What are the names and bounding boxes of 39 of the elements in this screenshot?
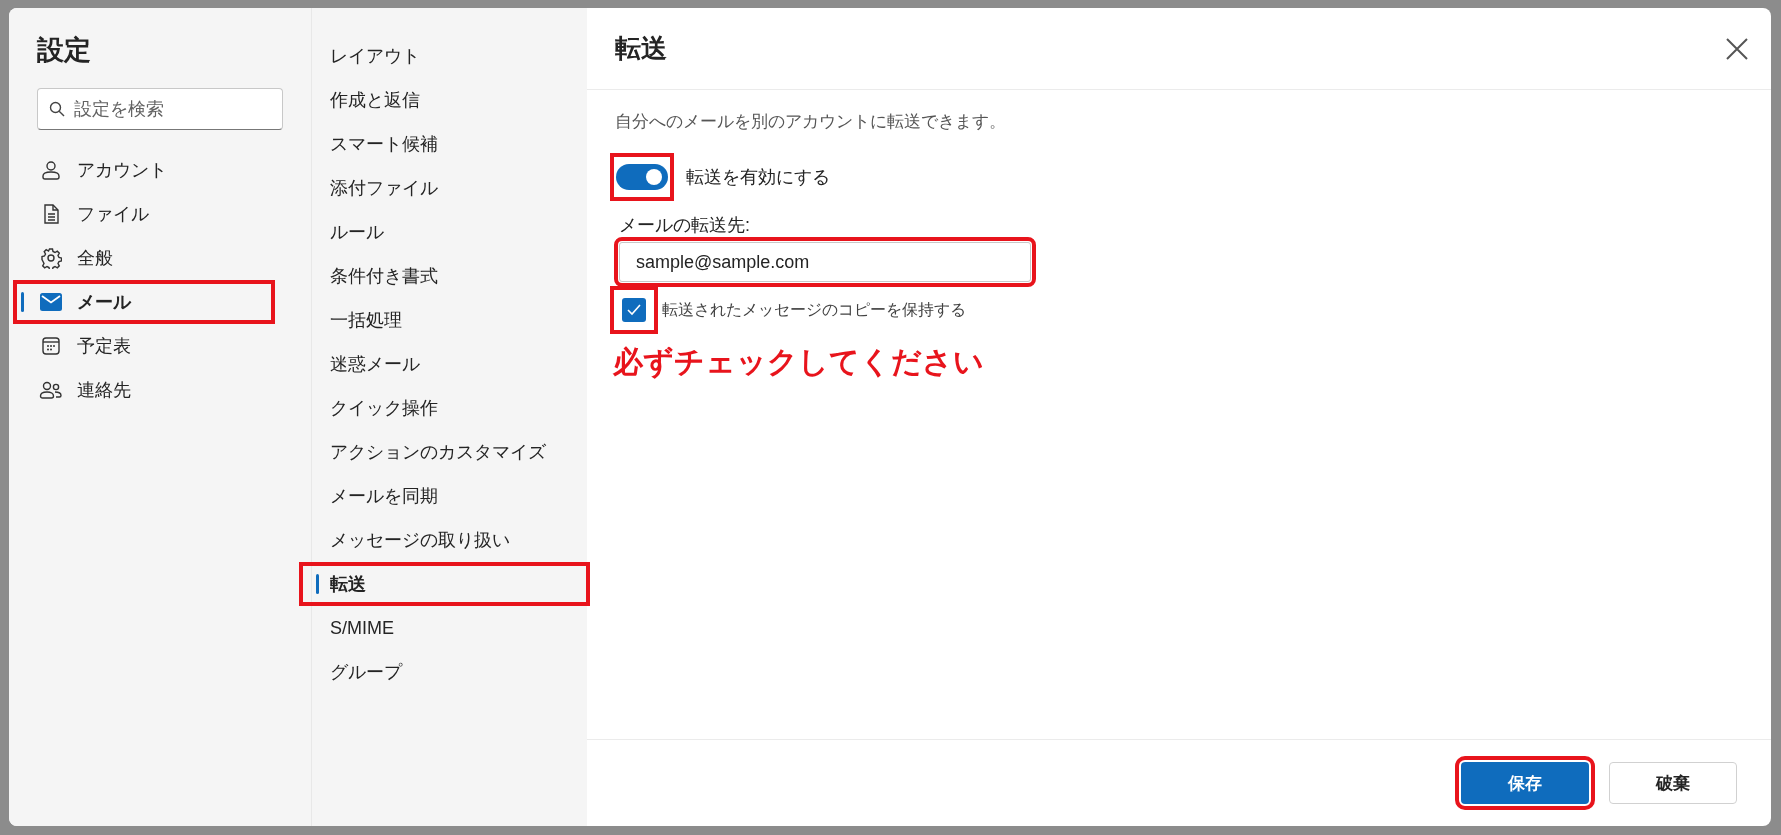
- toggle-switch[interactable]: [612, 155, 672, 199]
- nav-item[interactable]: レイアウト: [312, 36, 588, 76]
- nav-item[interactable]: S/MIME: [312, 608, 588, 648]
- annotation-text: 必ずチェックしてください: [613, 344, 985, 381]
- nav-item[interactable]: 添付ファイル: [312, 168, 588, 208]
- nav-item[interactable]: 予定表: [15, 326, 273, 366]
- mail-icon: [40, 293, 62, 311]
- settings-icon: [40, 247, 62, 269]
- nav-item[interactable]: 一括処理: [312, 300, 588, 340]
- toggle-label: 転送を有効にする: [686, 166, 830, 189]
- person-icon: [40, 159, 62, 181]
- description-text: 自分へのメールを別のアカウントに転送できます。: [615, 111, 1007, 133]
- search-icon: [49, 101, 65, 117]
- nav-item[interactable]: 転送: [301, 564, 588, 604]
- nav-item[interactable]: 連絡先: [15, 370, 273, 410]
- settings-title: 設定: [37, 34, 92, 67]
- nav-item[interactable]: スマート候補: [312, 124, 588, 164]
- nav-item[interactable]: メールを同期: [312, 476, 588, 516]
- search-field[interactable]: 設定を検索: [37, 88, 283, 130]
- panel-title: 転送: [615, 32, 667, 65]
- nav-item[interactable]: 作成と返信: [312, 80, 588, 120]
- nav-item[interactable]: ファイル: [15, 194, 273, 234]
- discard-button[interactable]: 破棄: [1609, 762, 1737, 804]
- nav-item[interactable]: アクションのカスタマイズ: [312, 432, 588, 472]
- people-icon: [39, 379, 63, 401]
- nav-item[interactable]: 迷惑メール: [312, 344, 588, 384]
- calendar-icon: [40, 335, 62, 357]
- checkbox-label: 転送されたメッセージのコピーを保持する: [662, 299, 966, 320]
- checkmark-icon: [627, 304, 641, 316]
- nav-item[interactable]: 条件付き書式: [312, 256, 588, 296]
- nav-item[interactable]: グループ: [312, 652, 588, 692]
- nav-item[interactable]: メール: [15, 282, 273, 322]
- nav-item[interactable]: ルール: [312, 212, 588, 252]
- close-icon: [1725, 36, 1749, 61]
- nav-item[interactable]: 全般: [15, 238, 273, 278]
- field-label: メールの転送先:: [619, 214, 751, 237]
- nav-item[interactable]: アカウント: [15, 150, 273, 190]
- nav-item[interactable]: メッセージの取り扱い: [312, 520, 588, 560]
- nav-item[interactable]: クイック操作: [312, 388, 588, 428]
